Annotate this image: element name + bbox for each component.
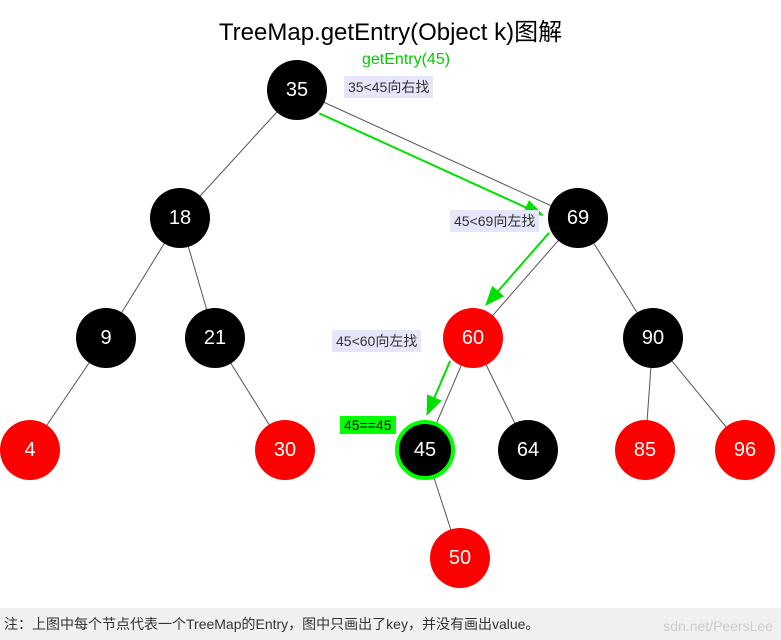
watermark: sdn.net/PeersLee — [663, 618, 773, 634]
tree-node-60: 60 — [443, 308, 503, 368]
search-arrow — [486, 233, 549, 305]
tree-node-96: 96 — [715, 420, 775, 480]
tree-node-35: 35 — [267, 60, 327, 120]
tree-node-18: 18 — [150, 188, 210, 248]
annotation-step2: 45<69向左找 — [450, 210, 539, 232]
annotation-step1: 35<45向右找 — [344, 76, 433, 98]
search-arrow — [319, 113, 542, 214]
tree-node-90: 90 — [623, 308, 683, 368]
tree-node-21: 21 — [185, 308, 245, 368]
edge — [297, 90, 578, 218]
tree-node-50: 50 — [430, 528, 490, 588]
tree-node-9: 9 — [76, 308, 136, 368]
tree-node-30: 30 — [255, 420, 315, 480]
tree-node-4: 4 — [0, 420, 60, 480]
tree-node-64: 64 — [498, 420, 558, 480]
tree-node-45: 45 — [395, 420, 455, 480]
tree-node-85: 85 — [615, 420, 675, 480]
tree-node-69: 69 — [548, 188, 608, 248]
search-arrow — [427, 361, 450, 414]
annotation-step3: 45<60向左找 — [332, 330, 421, 352]
annotation-step4: 45==45 — [340, 416, 396, 434]
annotation-call: getEntry(45) — [358, 50, 454, 70]
